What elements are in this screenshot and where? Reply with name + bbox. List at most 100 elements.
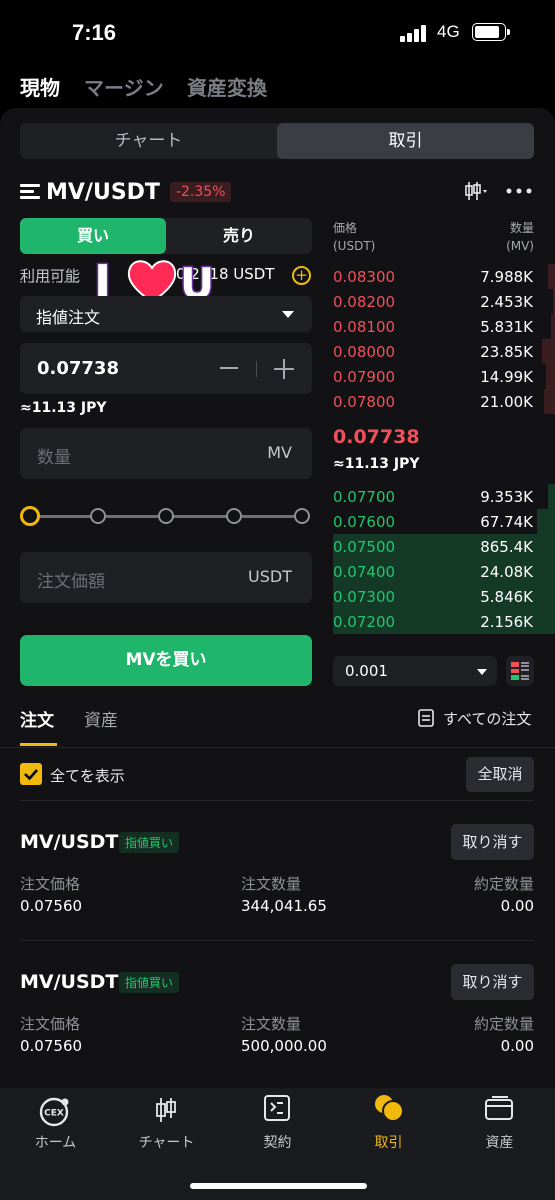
buy-submit-button[interactable]: MVを買い xyxy=(20,635,312,686)
order-type-select[interactable]: 指値注文 xyxy=(20,296,312,332)
orderbook-price: 0.08100 xyxy=(333,318,396,336)
more-icon[interactable] xyxy=(506,188,532,194)
document-icon[interactable] xyxy=(418,709,434,727)
sell-tab[interactable]: 売り xyxy=(166,218,312,254)
orderbook-row[interactable]: 0.07500 865.4K xyxy=(333,534,555,559)
available-label: 利用可能 xyxy=(20,267,81,285)
depth-bar xyxy=(537,509,555,534)
orderbook-price: 0.07500 xyxy=(333,538,396,556)
segment-trade[interactable]: 取引 xyxy=(277,123,534,159)
orderbook-price-header: 価格 (USDT) xyxy=(333,221,376,253)
orderbook-amount: 24.08K xyxy=(480,563,533,581)
orderbook-view-icon[interactable] xyxy=(506,656,534,686)
tab-spot[interactable]: 現物 xyxy=(20,72,60,101)
orderbook-amount: 2.453K xyxy=(480,293,533,311)
price-change-badge: -2.35% xyxy=(169,182,232,202)
show-all-label: 全てを表示 xyxy=(50,767,125,785)
quantity-unit: MV xyxy=(267,443,292,462)
orderbook-amount: 14.99K xyxy=(480,368,533,386)
status-bar: 7:16 4G xyxy=(0,0,555,62)
divider xyxy=(0,747,555,748)
total-placeholder: 注文価額 xyxy=(37,572,105,592)
order-qty-label: 注文数量 xyxy=(241,1015,302,1033)
svg-text:CEX: CEX xyxy=(44,1109,64,1119)
last-price: 0.07738 xyxy=(333,426,420,448)
order-qty-label: 注文数量 xyxy=(241,875,302,893)
total-input[interactable]: 注文価額 USDT xyxy=(20,552,312,603)
orderbook-price: 0.07800 xyxy=(333,393,396,411)
percent-slider[interactable] xyxy=(20,505,312,527)
precision-select[interactable]: 0.001 xyxy=(333,656,497,686)
orderbook-row[interactable]: 0.08300 7.988K xyxy=(333,264,555,289)
quantity-input[interactable]: 数量 MV xyxy=(20,428,312,479)
order-price: 0.07560 xyxy=(20,1037,83,1055)
orderbook-amount: 7.988K xyxy=(480,268,533,286)
plus-icon[interactable] xyxy=(274,359,294,379)
slider-stop-100[interactable] xyxy=(294,508,310,524)
dropdown-caret-icon xyxy=(282,311,294,318)
slider-stop-75[interactable] xyxy=(226,508,242,524)
order-type-tag: 指値買い xyxy=(119,832,180,853)
price-input[interactable]: 0.07738 xyxy=(20,343,312,394)
show-all-checkbox[interactable] xyxy=(20,763,42,785)
transfer-plus-icon[interactable]: + xyxy=(292,266,311,285)
all-orders-link[interactable]: すべての注文 xyxy=(443,708,531,729)
order-filled: 0.00 xyxy=(500,897,534,915)
orderbook-row[interactable]: 0.07800 21.00K xyxy=(333,389,555,414)
tab-convert[interactable]: 資産変換 xyxy=(187,72,267,101)
orderbook-row[interactable]: 0.08100 5.831K xyxy=(333,314,555,339)
slider-stop-50[interactable] xyxy=(158,508,174,524)
market-tabs: 現物 マージン 資産変換 xyxy=(0,62,555,108)
precision-value: 0.001 xyxy=(345,662,388,680)
minus-icon[interactable] xyxy=(220,367,238,369)
depth-bar xyxy=(546,364,555,389)
candlestick-settings-icon[interactable] xyxy=(464,180,488,202)
orderbook-price: 0.08200 xyxy=(333,293,396,311)
slider-handle[interactable] xyxy=(20,506,40,526)
orderbook-row[interactable]: 0.07700 9.353K xyxy=(333,484,555,509)
divider xyxy=(20,800,534,801)
battery-icon xyxy=(472,23,510,41)
tab-assets[interactable]: 資産 xyxy=(84,706,118,731)
cancel-order-button[interactable]: 取り消す xyxy=(451,824,534,860)
tab-orders[interactable]: 注文 xyxy=(20,706,54,731)
orderbook-amount: 5.831K xyxy=(480,318,533,336)
depth-bar xyxy=(550,314,555,339)
cancel-order-button[interactable]: 取り消す xyxy=(451,964,534,1000)
orderbook-price: 0.07900 xyxy=(333,368,396,386)
nav-trade-label: 取引 xyxy=(374,1135,403,1151)
orderbook-row[interactable]: 0.07300 5.846K xyxy=(333,584,555,609)
order-price-label: 注文価格 xyxy=(20,875,81,893)
order-filled: 0.00 xyxy=(500,1037,534,1055)
segment-chart[interactable]: チャート xyxy=(20,123,277,159)
orderbook-row[interactable]: 0.07900 14.99K xyxy=(333,364,555,389)
orderbook-row[interactable]: 0.07200 2.156K xyxy=(333,609,555,634)
wallet-icon xyxy=(485,1096,513,1120)
orderbook-amount: 21.00K xyxy=(480,393,533,411)
stepper-divider xyxy=(256,361,257,377)
orderbook-row[interactable]: 0.07400 24.08K xyxy=(333,559,555,584)
buy-tab[interactable]: 買い xyxy=(20,218,166,254)
network-type: 4G xyxy=(437,22,460,41)
orderbook-price: 0.07700 xyxy=(333,488,396,506)
order-filled-label: 約定数量 xyxy=(473,1015,534,1033)
total-unit: USDT xyxy=(248,567,292,586)
cex-logo-icon: CEX xyxy=(39,1097,69,1127)
pair-header[interactable]: MV/USDT -2.35% xyxy=(20,178,232,206)
pair-list-icon[interactable] xyxy=(20,183,40,201)
tab-margin[interactable]: マージン xyxy=(84,72,164,101)
quantity-placeholder: 数量 xyxy=(37,448,71,468)
orderbook-price: 0.08300 xyxy=(333,268,396,286)
depth-bar xyxy=(541,339,555,364)
orderbook-amount-header: 数量 (MV) xyxy=(506,221,534,253)
orderbook-row[interactable]: 0.07600 67.74K xyxy=(333,509,555,534)
tab-underline xyxy=(20,743,57,746)
depth-bar xyxy=(543,389,555,414)
nav-chart-label: チャート xyxy=(138,1135,195,1151)
slider-stop-25[interactable] xyxy=(90,508,106,524)
orderbook-row[interactable]: 0.08000 23.85K xyxy=(333,339,555,364)
orderbook-row[interactable]: 0.08200 2.453K xyxy=(333,289,555,314)
cancel-all-button[interactable]: 全取消 xyxy=(466,757,534,792)
order-pair: MV/USDT xyxy=(20,831,119,853)
orderbook-amount: 865.4K xyxy=(480,538,533,556)
